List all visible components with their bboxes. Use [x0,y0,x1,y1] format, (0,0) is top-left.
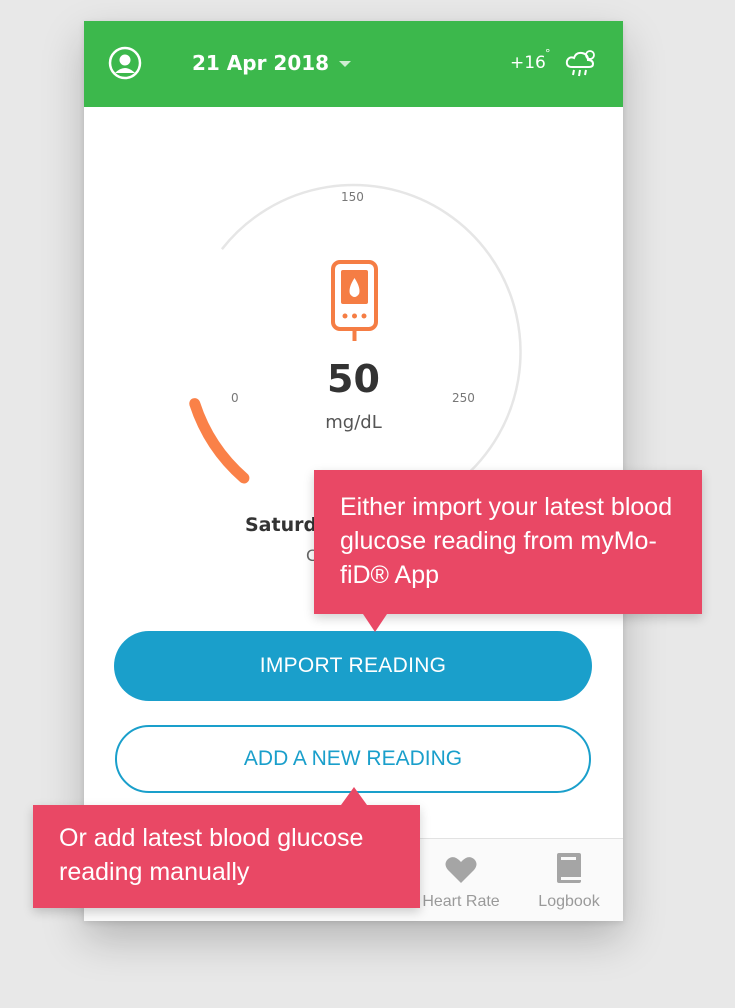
gauge-track [220,183,522,487]
heart-icon [445,857,477,883]
manual-tip-callout: Or add latest blood glucose reading manu… [33,787,420,908]
cloud-rain-sun-icon [565,50,595,77]
temperature-value: +16 [510,53,546,73]
profile-avatar-icon[interactable] [108,46,142,80]
manual-tip-text: Or add latest blood glucose reading manu… [59,824,364,886]
nav-label-heart-rate: Heart Rate [422,893,500,910]
import-tip-text: Either import your latest blood glucose … [340,493,673,589]
nav-label-logbook: Logbook [538,893,600,910]
date-selector[interactable]: 21 Apr 2018 [192,51,329,75]
glucose-unit: mg/dL [325,412,382,433]
manual-tip-pointer [341,787,367,805]
reading-day: Saturd [245,514,318,536]
add-new-reading-button[interactable]: ADD A NEW READING [115,725,591,793]
nav-item-heart-rate[interactable]: Heart Rate [420,839,502,921]
chevron-down-icon[interactable] [338,59,352,69]
gauge-label-mid: 150 [341,190,364,204]
nav-item-logbook[interactable]: Logbook [528,839,610,921]
glucose-meter-icon [331,260,378,341]
top-bar: 21 Apr 2018 +16 ° [84,21,623,107]
import-tip-pointer [363,614,387,632]
degree-symbol: ° [545,47,551,60]
import-reading-button[interactable]: IMPORT READING [114,631,592,701]
book-icon [557,853,581,883]
glucose-value: 50 [327,357,380,401]
import-tip-callout: Either import your latest blood glucose … [314,470,702,632]
